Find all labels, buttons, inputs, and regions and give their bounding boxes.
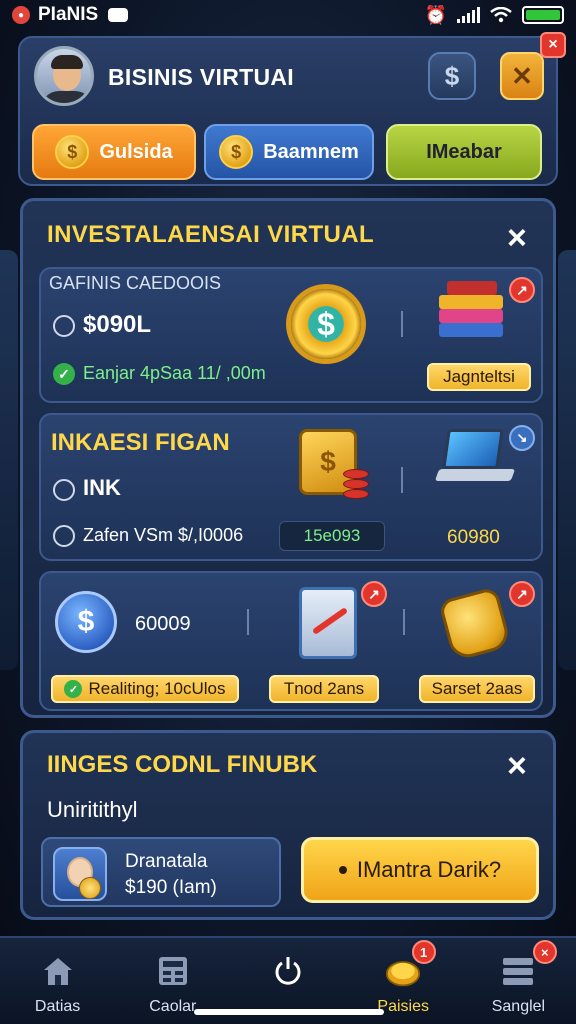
coin-icon: $ bbox=[55, 135, 90, 169]
tab-baamnem[interactable]: $ Baamnem bbox=[204, 124, 374, 180]
invest-panel-title: INVESTALAENSAI VIRTUAL bbox=[47, 221, 375, 248]
battery-icon bbox=[522, 6, 564, 24]
notification-badge: × bbox=[532, 940, 557, 964]
home-indicator[interactable] bbox=[194, 1009, 384, 1015]
app-icon: ● bbox=[12, 6, 30, 24]
close-icon[interactable]: × bbox=[507, 749, 527, 783]
status-app-name: PIaNIS bbox=[38, 4, 99, 25]
status-pill[interactable]: ✓ Realiting; 10cUlos bbox=[51, 675, 239, 703]
bullet-icon bbox=[338, 866, 347, 874]
tab-gulsida[interactable]: $ Gulsida bbox=[32, 124, 196, 180]
dollar-coin-icon: $ bbox=[55, 591, 117, 653]
notification-badge: ↗ bbox=[509, 581, 535, 607]
clock-icon bbox=[53, 525, 75, 547]
close-icon[interactable]: × bbox=[540, 32, 566, 58]
books-icon bbox=[439, 279, 509, 345]
notification-badge: ↗ bbox=[361, 581, 387, 607]
offer-cta-label: IMantra Darik? bbox=[356, 857, 502, 882]
card-action-button[interactable]: Jagnteltsi bbox=[427, 363, 531, 391]
investment-card-1[interactable]: GAFINIS CAEDOOIS $090L ✓ Eanjar 4pSaa 11… bbox=[39, 267, 543, 403]
chips-icon bbox=[343, 461, 369, 501]
offer-title: IINGES CODNL FINUBK bbox=[47, 751, 318, 778]
card-label: INKAESI FIGAN bbox=[51, 429, 230, 456]
offer-item-price: $190 (Iam) bbox=[125, 877, 217, 898]
card-action-button[interactable]: Tnod 2ans bbox=[269, 675, 379, 703]
notification-badge: ↗ bbox=[509, 277, 535, 303]
earn-rate: Eanjar 4pSaa 11/ ,00m bbox=[83, 363, 266, 383]
tab-label: Gulsida bbox=[99, 140, 173, 163]
tools-icon[interactable]: ✕ bbox=[500, 52, 544, 100]
earn-rate: Zafen VSm $/,I0006 bbox=[83, 525, 244, 545]
investment-card-2[interactable]: INKAESI FIGAN INK Zafen VSm $/,I0006 15e… bbox=[39, 413, 543, 561]
divider bbox=[403, 609, 405, 635]
divider bbox=[401, 311, 403, 337]
server-icon bbox=[500, 954, 536, 988]
check-icon: ✓ bbox=[53, 363, 75, 385]
offer-item-card[interactable]: Dranatala $190 (Iam) bbox=[41, 837, 281, 907]
side-decoration-right bbox=[558, 250, 576, 670]
card-amount: $090L bbox=[83, 311, 152, 338]
calculator-icon bbox=[155, 954, 191, 988]
nav-label: Datias bbox=[34, 998, 81, 1015]
gear-coin-icon: $ bbox=[291, 289, 361, 359]
status-bar: ● PIaNIS ⏰ bbox=[0, 0, 576, 30]
nav-label: Sanglel bbox=[491, 998, 546, 1015]
timer-icon bbox=[53, 479, 75, 501]
money-bag-icon bbox=[437, 586, 513, 662]
tab-label: IMeabar bbox=[426, 140, 502, 163]
coin-icon: $ bbox=[219, 135, 254, 169]
nav-label: Paisies bbox=[377, 998, 429, 1015]
offer-cta-button[interactable]: IMantra Darik? bbox=[301, 837, 539, 903]
offer-item-name: Dranatala bbox=[125, 851, 208, 872]
timer-icon bbox=[53, 315, 75, 337]
offer-subtitle: Uniritithyl bbox=[47, 797, 138, 822]
avatar[interactable] bbox=[34, 46, 94, 106]
card-label: GAFINIS CAEDOOIS bbox=[49, 273, 222, 293]
card-action-button[interactable]: Sarset 2aas bbox=[419, 675, 535, 703]
home-icon bbox=[40, 954, 76, 988]
nav-label: Caolar bbox=[149, 998, 197, 1015]
card-sub: INK bbox=[83, 475, 121, 500]
game-title: BISINIS VIRTUAI bbox=[108, 64, 294, 90]
header-panel: BISINIS VIRTUAI $ ✕ × $ Gulsida $ Baamne… bbox=[18, 32, 566, 186]
signal-icon bbox=[457, 7, 480, 23]
offer-panel: IINGES CODNL FINUBK × Uniritithyl Dranat… bbox=[20, 730, 556, 920]
close-icon[interactable]: × bbox=[507, 221, 527, 255]
investment-card-3[interactable]: $ 60009 ↗ ↗ ✓ Realiting; 10cUlos Tnod 2a… bbox=[39, 571, 543, 711]
invest-panel: INVESTALAENSAI VIRTUAL × GAFINIS CAEDOOI… bbox=[20, 198, 556, 718]
card-amount: 60009 bbox=[135, 613, 191, 635]
divider bbox=[401, 467, 403, 493]
nav-item-datias[interactable]: Datias bbox=[0, 938, 115, 1024]
side-decoration-left bbox=[0, 250, 18, 670]
notification-badge: 1 bbox=[411, 940, 436, 964]
chart-document-icon bbox=[299, 587, 357, 659]
check-icon: ✓ bbox=[64, 680, 83, 698]
nav-item-sanglel[interactable]: × Sanglel bbox=[461, 938, 576, 1024]
tab-label: Baamnem bbox=[263, 140, 359, 163]
status-text: Realiting; 10cUlos bbox=[88, 679, 226, 698]
character-icon bbox=[53, 847, 107, 901]
chat-notification-icon bbox=[108, 8, 129, 22]
divider bbox=[247, 609, 249, 635]
notification-badge: ↘ bbox=[509, 425, 535, 451]
laptop-icon bbox=[434, 429, 517, 489]
card-value: 60980 bbox=[447, 527, 500, 548]
value-box: 15e093 bbox=[279, 521, 385, 551]
currency-button[interactable]: $ bbox=[428, 52, 476, 100]
alarm-icon: ⏰ bbox=[424, 4, 447, 25]
wifi-icon bbox=[490, 7, 512, 23]
power-icon bbox=[270, 954, 306, 988]
tab-imeabar[interactable]: IMeabar bbox=[386, 124, 542, 180]
